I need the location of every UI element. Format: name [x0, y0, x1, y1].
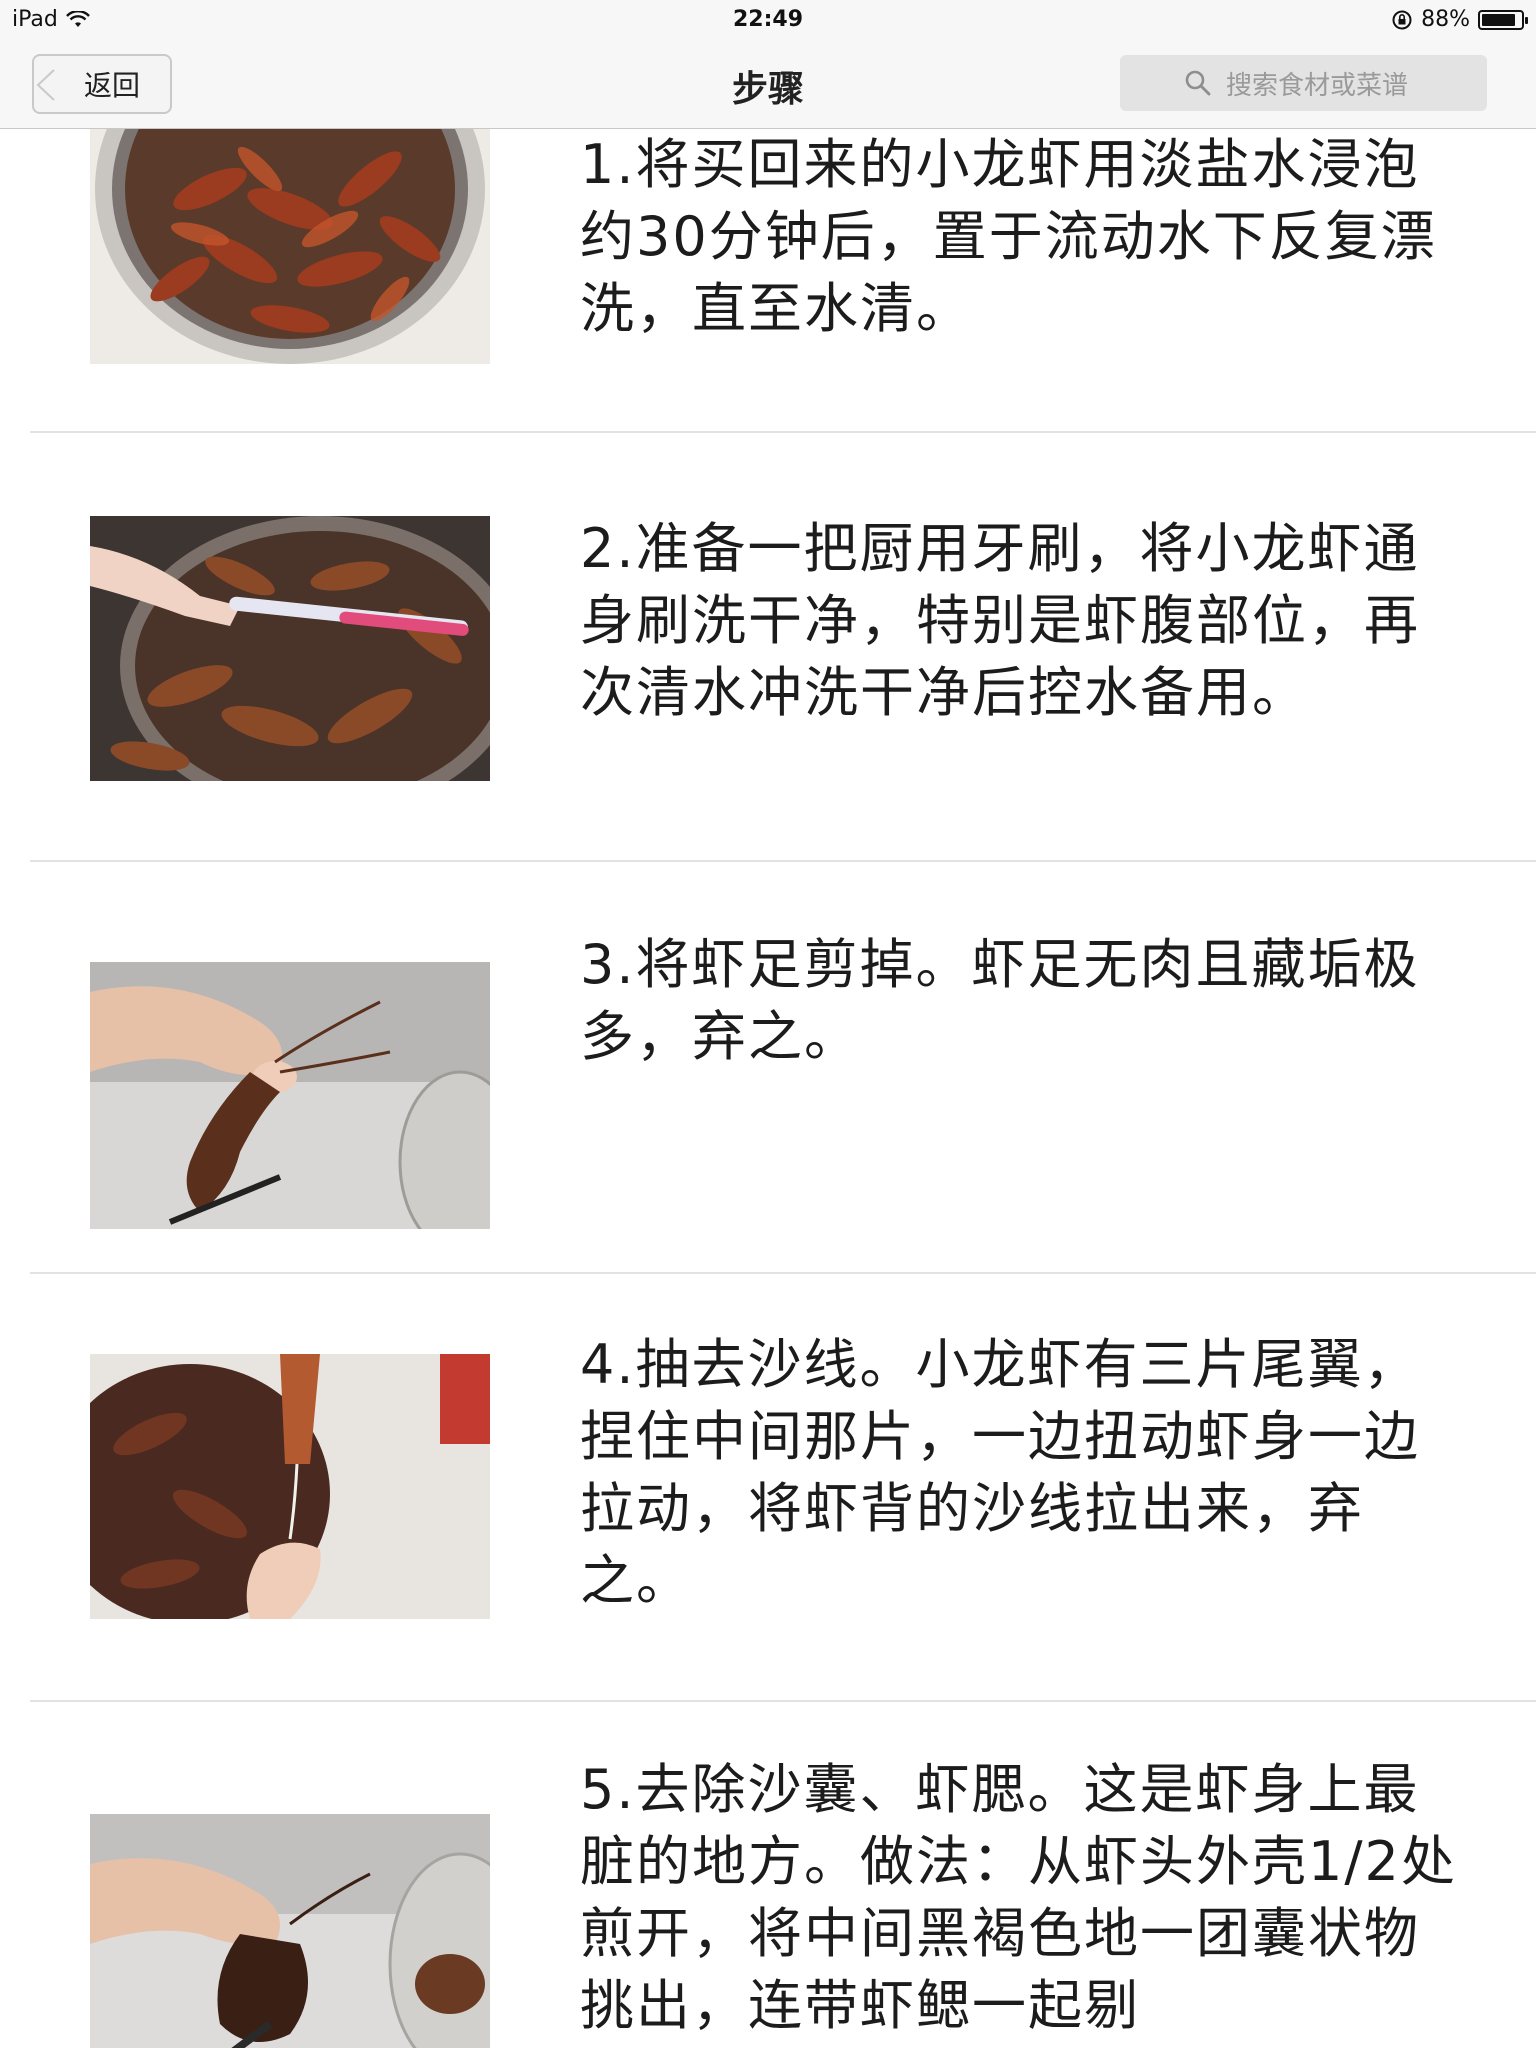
rotation-lock-icon: [1392, 10, 1412, 29]
step-image-5: [90, 1814, 490, 2048]
step-photo-3: [90, 962, 490, 1229]
step-text-3: 3.将虾足剪掉。虾足无肉且藏垢极多，弃之。: [580, 933, 1420, 1068]
step-image-2: [90, 516, 490, 781]
step-text-1: 1.将买回来的小龙虾用淡盐水浸泡约30分钟后，置于流动水下反复漂洗，直至水清。: [580, 133, 1437, 340]
step-image-1: [90, 129, 490, 364]
step-image-4: [90, 1354, 490, 1619]
list-item[interactable]: 3.将虾足剪掉。虾足无肉且藏垢极多，弃之。: [0, 862, 1536, 1274]
list-item[interactable]: 4.抽去沙线。小龙虾有三片尾翼，捏住中间那片，一边扭动虾身一边拉动，将虾背的沙线…: [0, 1274, 1536, 1702]
step-photo-4: [90, 1354, 490, 1619]
status-time: 22:49: [732, 7, 804, 32]
status-right: 88%: [1391, 7, 1528, 32]
search-placeholder: 搜索食材或菜谱: [1226, 70, 1409, 101]
battery-percent: 88%: [1421, 7, 1470, 32]
search-icon: [1185, 70, 1211, 96]
status-bar: iPad 22:49 88%: [0, 0, 1536, 40]
list-item[interactable]: 5.去除沙囊、虾腮。这是虾身上最脏的地方。做法：从虾头外壳1/2处煎开，将中间黑…: [0, 1702, 1536, 2048]
step-image-3: [90, 962, 490, 1229]
search-input[interactable]: 搜索食材或菜谱: [1120, 55, 1487, 111]
list-item[interactable]: 2.准备一把厨用牙刷，将小龙虾通身刷洗干净，特别是虾腹部位，再次清水冲洗干净后控…: [0, 433, 1536, 862]
step-text-5: 5.去除沙囊、虾腮。这是虾身上最脏的地方。做法：从虾头外壳1/2处煎开，将中间黑…: [580, 1758, 1457, 2037]
battery-icon: [1478, 9, 1528, 30]
steps-list[interactable]: 1.将买回来的小龙虾用淡盐水浸泡约30分钟后，置于流动水下反复漂洗，直至水清。: [0, 129, 1536, 2048]
step-text-2: 2.准备一把厨用牙刷，将小龙虾通身刷洗干净，特别是虾腹部位，再次清水冲洗干净后控…: [580, 517, 1420, 724]
step-photo-2: [90, 516, 490, 781]
battery-fill: [1482, 13, 1516, 26]
list-item[interactable]: 1.将买回来的小龙虾用淡盐水浸泡约30分钟后，置于流动水下反复漂洗，直至水清。: [0, 129, 1536, 433]
step-photo-5: [90, 1814, 490, 2048]
nav-bar: 返回 步骤 搜索食材或菜谱: [0, 40, 1536, 129]
step-photo-1: [90, 129, 490, 364]
step-text-4: 4.抽去沙线。小龙虾有三片尾翼，捏住中间那片，一边扭动虾身一边拉动，将虾背的沙线…: [580, 1333, 1420, 1612]
